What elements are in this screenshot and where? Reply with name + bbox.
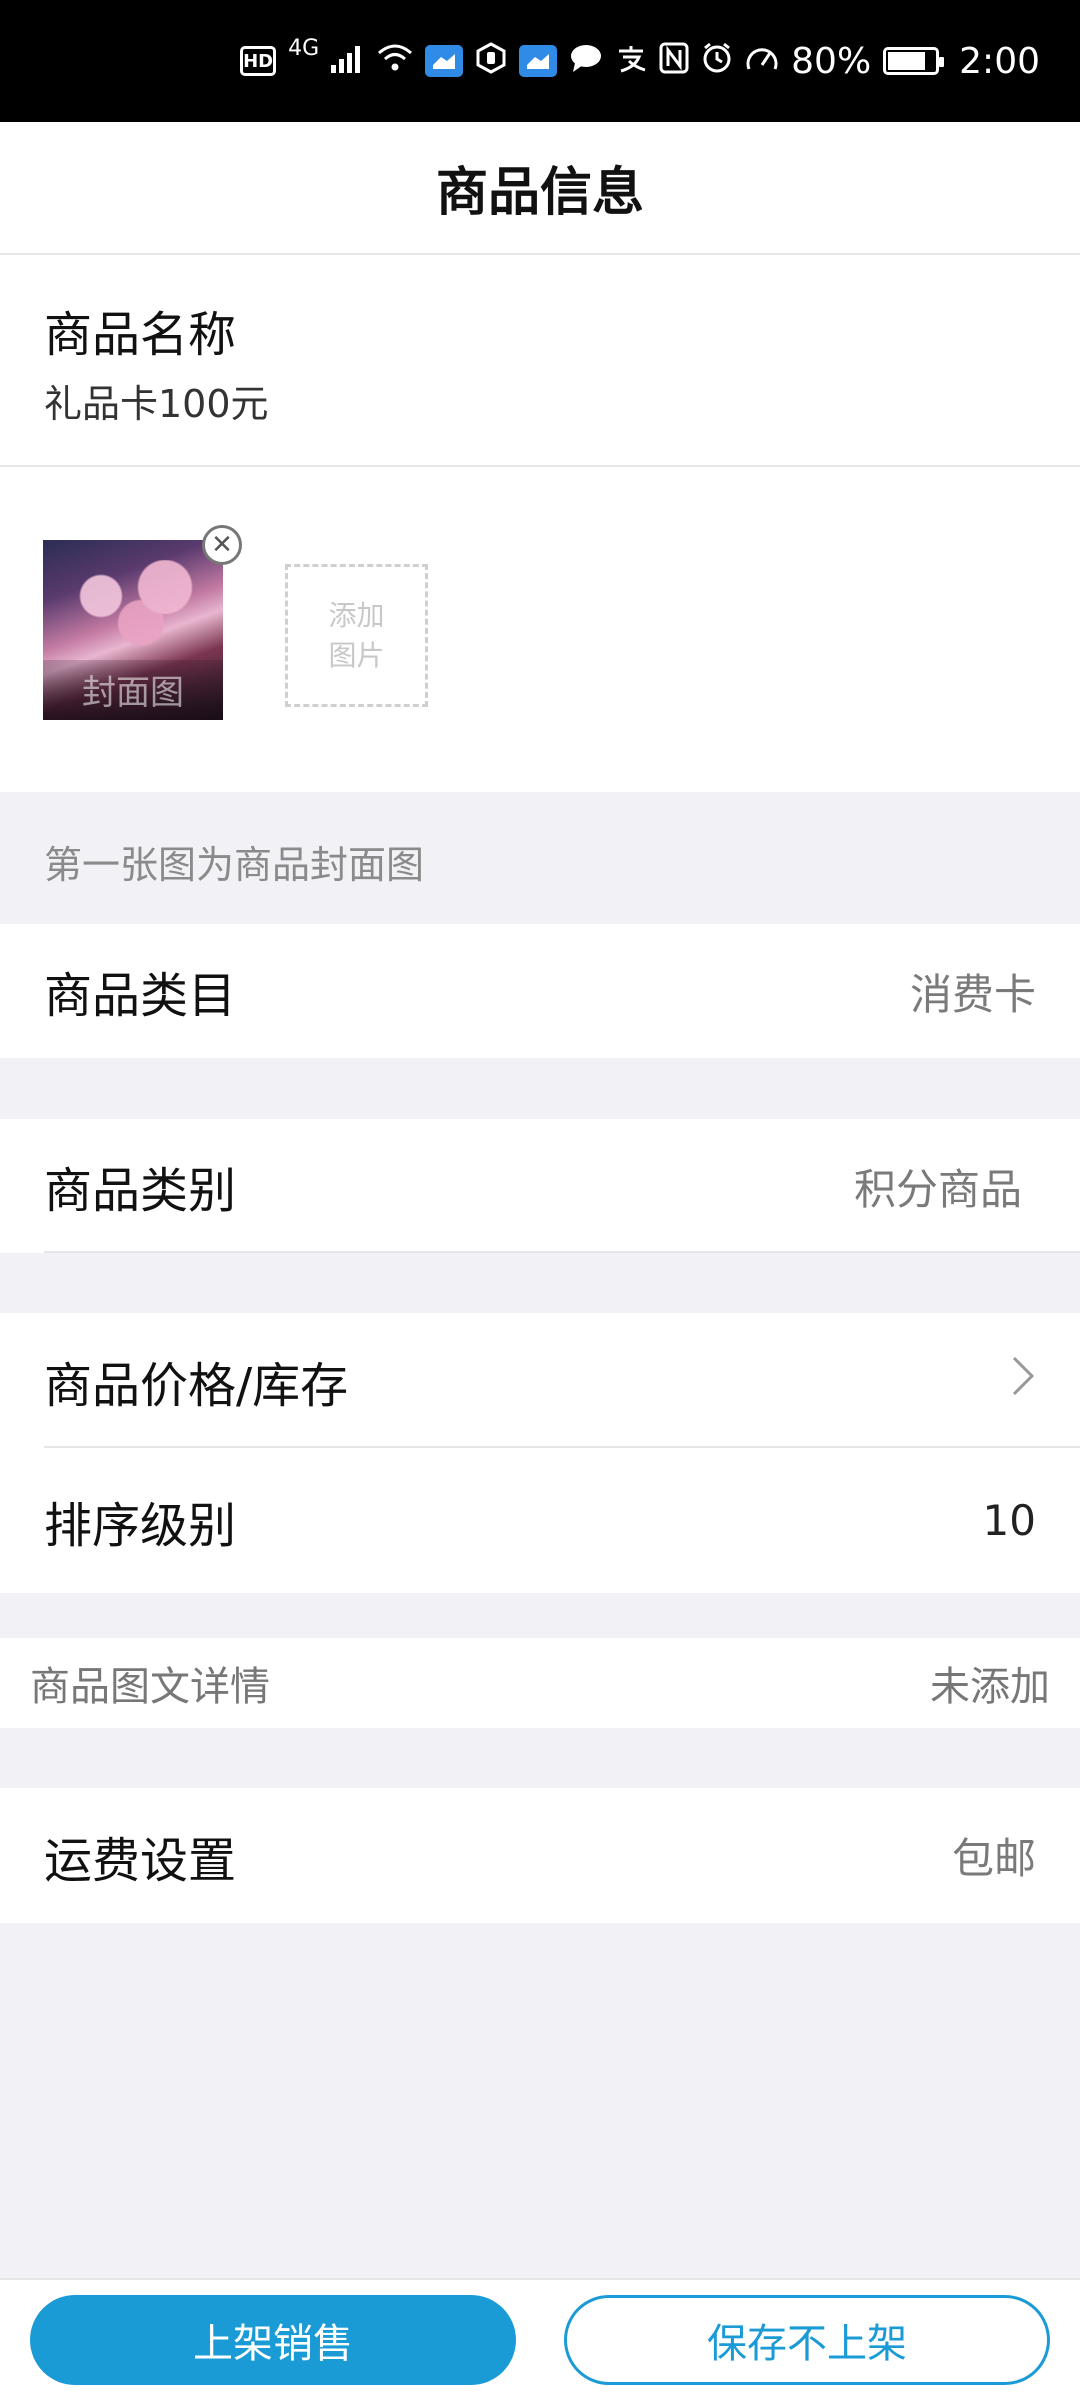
shipping-row[interactable]: 运费设置 包邮 — [0, 1788, 1080, 1923]
shipping-value: 包邮 — [951, 1834, 1036, 1883]
shipping-label: 运费设置 — [44, 1832, 237, 1889]
status-bar: HD 4G 80% 2:00 — [0, 0, 1080, 122]
save-without-publish-button[interactable]: 保存不上架 — [564, 2295, 1050, 2385]
alarm-icon — [701, 42, 733, 80]
publish-button[interactable]: 上架销售 — [30, 2295, 516, 2385]
page-title: 商品信息 — [435, 163, 644, 223]
sort-level-value: 10 — [982, 1496, 1036, 1545]
clock: 2:00 — [959, 40, 1040, 82]
app-notification-icon — [425, 45, 464, 77]
detail-label: 商品图文详情 — [30, 1664, 270, 1710]
cover-hint: 第一张图为商品封面图 — [0, 792, 1080, 924]
battery-percent: 80% — [791, 40, 872, 82]
alipay-icon — [615, 43, 647, 79]
nfc-icon — [659, 42, 689, 80]
price-stock-label: 商品价格/库存 — [44, 1357, 349, 1414]
message-icon — [569, 43, 603, 79]
sort-level-label: 排序级别 — [44, 1497, 237, 1554]
hd-icon: HD — [240, 46, 277, 76]
type-row[interactable]: 商品类别 积分商品 — [0, 1119, 1080, 1253]
hand-icon — [475, 42, 507, 80]
price-stock-row[interactable]: 商品价格/库存 — [0, 1313, 1080, 1448]
signal-icon — [331, 43, 365, 79]
category-label: 商品类目 — [44, 968, 237, 1024]
battery-fill — [888, 52, 925, 70]
product-images-section: 封面图 ✕ 添加 图片 — [0, 467, 1080, 792]
type-label: 商品类别 — [44, 1163, 237, 1219]
sort-level-row[interactable]: 排序级别 10 — [0, 1448, 1080, 1593]
detail-value: 未添加 — [930, 1664, 1050, 1710]
nav-bar: 商品信息 — [0, 122, 1080, 255]
category-row[interactable]: 商品类目 消费卡 — [0, 924, 1080, 1058]
product-name-value: 礼品卡100元 — [44, 382, 269, 426]
app-notification-icon-2 — [519, 45, 558, 77]
product-name-label: 商品名称 — [44, 307, 237, 363]
add-photo-button[interactable]: 添加 图片 — [285, 564, 428, 707]
add-photo-label-line2: 图片 — [328, 638, 385, 672]
cover-image-thumbnail[interactable]: 封面图 — [43, 540, 223, 720]
category-value: 消费卡 — [909, 969, 1036, 1019]
add-photo-label-line1: 添加 — [328, 598, 385, 632]
chevron-right-icon — [1010, 1352, 1036, 1410]
network-type-label: 4G — [288, 36, 320, 61]
wifi-icon — [377, 43, 413, 79]
bottom-action-bar: 上架销售 保存不上架 — [0, 2278, 1080, 2400]
product-name-section[interactable]: 商品名称 礼品卡100元 — [0, 255, 1080, 467]
type-value: 积分商品 — [853, 1164, 1022, 1214]
detail-row[interactable]: 商品图文详情 未添加 — [0, 1638, 1080, 1728]
battery-icon — [883, 47, 945, 75]
cover-image-caption: 封面图 — [82, 673, 184, 713]
close-circle-icon[interactable]: ✕ — [202, 525, 242, 565]
speed-icon — [745, 43, 779, 79]
cover-hint-text: 第一张图为商品封面图 — [44, 843, 425, 887]
